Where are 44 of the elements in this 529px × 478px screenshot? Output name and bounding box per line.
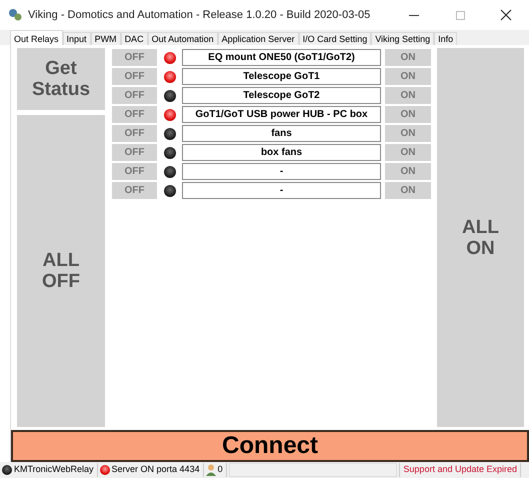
off-button[interactable]: OFF [112,106,157,123]
support-status-label: Support and Update Expired [399,463,521,477]
relay-name-field[interactable]: box fans [182,144,381,161]
off-button[interactable]: OFF [112,49,157,66]
on-button[interactable]: ON [385,163,431,180]
off-button[interactable]: OFF [112,144,157,161]
on-button[interactable]: ON [385,106,431,123]
all-off-button[interactable]: ALL OFF [17,115,105,427]
on-button[interactable]: ON [385,87,431,104]
relay-name-field[interactable]: - [182,182,381,199]
relay-status-label: KMTronicWebRelay [14,463,94,476]
tab[interactable]: DAC [120,32,148,45]
tab[interactable]: I/O Card Setting [298,32,372,45]
connect-button[interactable]: Connect [11,430,529,462]
tab[interactable]: Info [434,32,458,45]
on-button[interactable]: ON [385,68,431,85]
relay-name-field[interactable]: EQ mount ONE50 (GoT1/GoT2) [182,49,381,66]
user-icon [206,464,216,476]
relay-name-field[interactable]: - [182,163,381,180]
off-button[interactable]: OFF [112,125,157,142]
relay-name-field[interactable]: Telescope GoT1 [182,68,381,85]
tab[interactable]: Out Automation [148,32,218,45]
all-on-button[interactable]: ALL ON [437,48,524,427]
off-button[interactable]: OFF [112,182,157,199]
get-status-button[interactable]: Get Status [17,48,105,110]
relay-name-field[interactable]: Telescope GoT2 [182,87,381,104]
on-button[interactable]: ON [385,144,431,161]
window-title: Viking - Domotics and Automation - Release 1.0.20 - Build 2020-03-05 [28,8,370,23]
tab[interactable]: Viking Setting [371,32,434,45]
off-button[interactable]: OFF [112,163,157,180]
tab[interactable]: Input [62,32,91,45]
relay-name-field[interactable]: fans [182,125,381,142]
on-button[interactable]: ON [385,125,431,142]
relay-name-field[interactable]: GoT1/GoT USB power HUB - PC box [182,106,381,123]
off-button[interactable]: OFF [112,87,157,104]
server-status-label: Server ON porta 4434 [112,463,200,476]
user-count: 0 [218,463,223,476]
tab[interactable]: Application Server [218,32,299,45]
off-button[interactable]: OFF [112,68,157,85]
app-icon [8,8,22,22]
tab[interactable]: Out Relays [10,30,63,45]
on-button[interactable]: ON [385,182,431,199]
tab[interactable]: PWM [90,32,121,45]
on-button[interactable]: ON [385,49,431,66]
